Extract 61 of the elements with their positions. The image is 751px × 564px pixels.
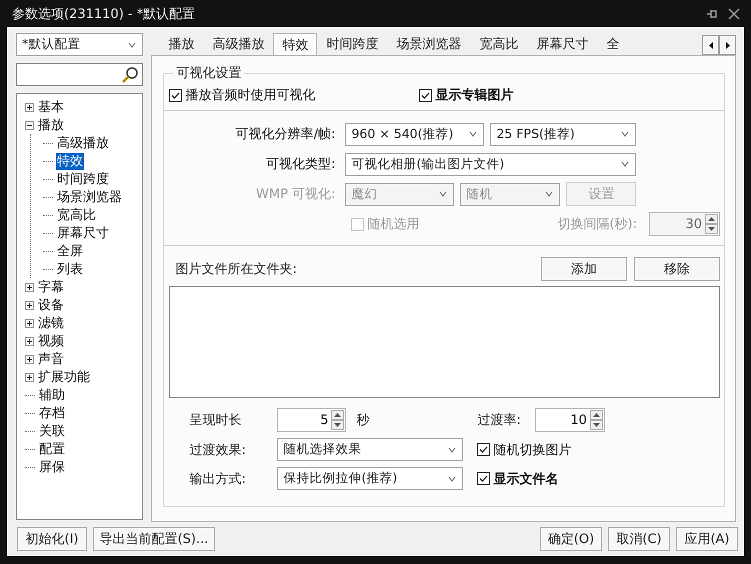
reset-button[interactable]: 初始化(I)	[17, 527, 87, 551]
field-label: 过渡效果:	[189, 442, 247, 458]
tab[interactable]: 全	[597, 33, 628, 53]
profile-select[interactable]: *默认配置	[16, 33, 144, 56]
field-label: 呈现时长	[189, 412, 242, 429]
tree-item[interactable]: 播放	[37, 116, 65, 134]
tree-item[interactable]: 宽高比	[56, 206, 97, 224]
tree-item[interactable]: 辅助	[38, 386, 66, 404]
tree-item[interactable]: 滤镜	[37, 314, 65, 332]
tab[interactable]: 时间跨度	[317, 33, 388, 53]
tab[interactable]: 屏幕尺寸	[527, 33, 598, 53]
apply-button[interactable]: 应用(A)	[676, 527, 738, 551]
checkbox-label: 显示专辑图片	[435, 87, 514, 104]
cancel-button[interactable]: 取消(C)	[608, 527, 670, 551]
folder-label: 图片文件所在文件夹:	[175, 261, 297, 278]
checkbox-label: 显示文件名	[493, 470, 558, 488]
window-title: 参数选项(231110) - *默认配置	[12, 6, 196, 22]
group-title: 可视化设置	[175, 65, 242, 82]
tree-item[interactable]: 配置	[38, 440, 66, 458]
field-label: WMP 可视化:	[255, 186, 336, 203]
tree-item[interactable]: 特效	[56, 152, 84, 170]
dropdown[interactable]: 960 × 540(推荐)	[345, 122, 484, 146]
tree-item[interactable]: 屏保	[38, 458, 66, 476]
export-button[interactable]: 导出当前配置(S)...	[93, 527, 215, 551]
tree-item[interactable]: 扩展功能	[37, 368, 91, 386]
tab[interactable]: 宽高比	[470, 33, 528, 53]
number-spinner[interactable]: 10	[534, 408, 605, 432]
tree-item[interactable]: 声音	[37, 350, 65, 368]
unit-label: 秒	[356, 412, 370, 429]
tab[interactable]: 场景浏览器	[387, 33, 470, 53]
field-label: 可视化类型:	[265, 156, 336, 173]
tree-item[interactable]: 基本	[37, 98, 65, 116]
tree-item[interactable]: 全屏	[56, 242, 84, 260]
checkbox-label: 随机选用	[367, 216, 420, 233]
tab[interactable]: 特效	[273, 33, 318, 55]
checkbox-label: 随机切换图片	[493, 442, 572, 458]
tree-item[interactable]: 字幕	[37, 278, 65, 296]
add-button[interactable]: 添加	[541, 257, 627, 281]
dropdown[interactable]: 可视化相册(输出图片文件)	[345, 152, 636, 176]
number-spinner[interactable]: 5	[277, 408, 346, 432]
tree-item[interactable]: 高级播放	[56, 134, 110, 152]
remove-button[interactable]: 移除	[634, 257, 720, 281]
field-label: 切换间隔(秒):	[557, 216, 637, 233]
tab[interactable]: 播放	[159, 33, 204, 53]
field-label: 过渡率:	[477, 412, 521, 429]
dropdown[interactable]: 保持比例拉伸(推荐)	[277, 467, 464, 490]
ok-button[interactable]: 确定(O)	[540, 527, 602, 551]
tree-item[interactable]: 时间跨度	[56, 170, 110, 188]
tree-item[interactable]: 关联	[38, 422, 66, 440]
tree-item[interactable]: 屏幕尺寸	[56, 224, 110, 242]
tree-item[interactable]: 设备	[37, 296, 65, 314]
tree-item[interactable]: 存档	[38, 404, 66, 422]
field-label: 可视化分辨率/帧:	[234, 126, 336, 143]
tree-item[interactable]: 视频	[37, 332, 65, 350]
tree-item[interactable]: 列表	[56, 260, 84, 278]
field-label: 输出方式:	[189, 470, 247, 488]
tab[interactable]: 高级播放	[203, 33, 274, 53]
tree-item[interactable]: 场景浏览器	[56, 188, 123, 206]
dropdown[interactable]: 随机选择效果	[277, 438, 464, 461]
checkbox-label: 播放音频时使用可视化	[185, 87, 316, 104]
dropdown[interactable]: 25 FPS(推荐)	[490, 122, 636, 146]
